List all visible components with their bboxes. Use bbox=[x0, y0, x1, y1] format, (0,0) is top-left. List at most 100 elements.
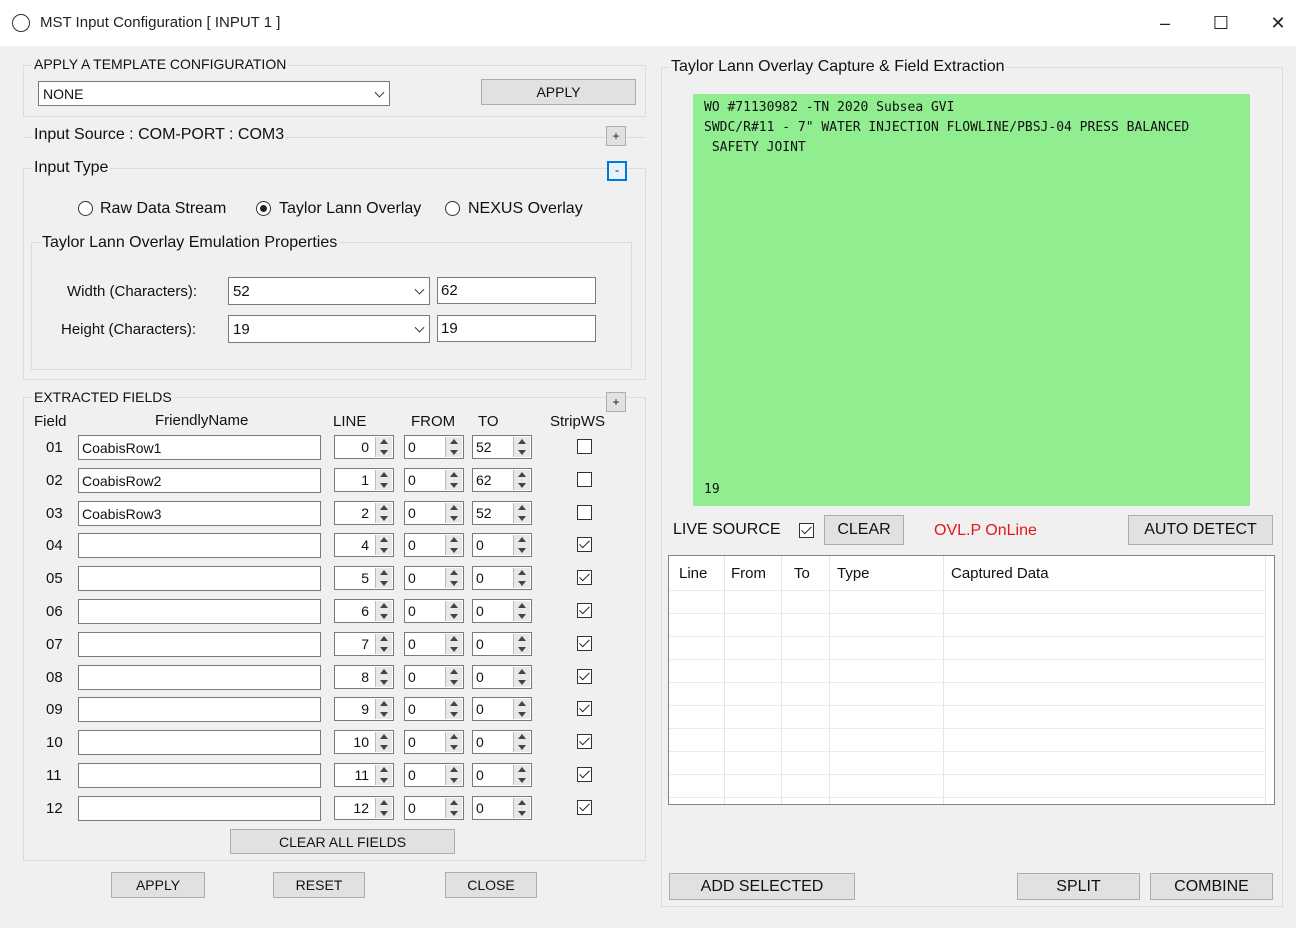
to-spinner[interactable]: 0 bbox=[472, 730, 532, 754]
friendly-name-field[interactable] bbox=[78, 665, 321, 690]
spin-arrows-icon[interactable] bbox=[445, 470, 462, 490]
friendly-name-field[interactable] bbox=[78, 730, 321, 755]
spin-arrows-icon[interactable] bbox=[513, 601, 530, 621]
auto-detect-button[interactable]: AUTO DETECT bbox=[1128, 515, 1273, 545]
strip-ws-checkbox[interactable] bbox=[577, 537, 592, 552]
friendly-name-field[interactable] bbox=[78, 796, 321, 821]
to-spinner[interactable]: 0 bbox=[472, 533, 532, 557]
strip-ws-checkbox[interactable] bbox=[577, 669, 592, 684]
spin-arrows-icon[interactable] bbox=[513, 437, 530, 457]
from-spinner[interactable]: 0 bbox=[404, 435, 464, 459]
width-actual-field[interactable]: 62 bbox=[437, 277, 596, 304]
to-spinner[interactable]: 0 bbox=[472, 665, 532, 689]
spin-arrows-icon[interactable] bbox=[445, 437, 462, 457]
close-button[interactable]: CLOSE bbox=[445, 872, 537, 898]
minimize-button[interactable]: – bbox=[1150, 10, 1180, 36]
from-spinner[interactable]: 0 bbox=[404, 599, 464, 623]
strip-ws-checkbox[interactable] bbox=[577, 505, 592, 520]
add-selected-button[interactable]: ADD SELECTED bbox=[669, 873, 855, 900]
from-spinner[interactable]: 0 bbox=[404, 468, 464, 492]
spin-arrows-icon[interactable] bbox=[513, 503, 530, 523]
line-spinner[interactable]: 12 bbox=[334, 796, 394, 820]
spin-arrows-icon[interactable] bbox=[375, 535, 392, 555]
line-spinner[interactable]: 5 bbox=[334, 566, 394, 590]
template-apply-button[interactable]: APPLY bbox=[481, 79, 636, 105]
from-spinner[interactable]: 0 bbox=[404, 763, 464, 787]
spin-arrows-icon[interactable] bbox=[445, 601, 462, 621]
friendly-name-field[interactable] bbox=[78, 599, 321, 624]
spin-arrows-icon[interactable] bbox=[375, 470, 392, 490]
spin-arrows-icon[interactable] bbox=[513, 765, 530, 785]
to-spinner[interactable]: 52 bbox=[472, 435, 532, 459]
spin-arrows-icon[interactable] bbox=[375, 503, 392, 523]
spin-arrows-icon[interactable] bbox=[375, 601, 392, 621]
spin-arrows-icon[interactable] bbox=[513, 798, 530, 818]
friendly-name-field[interactable] bbox=[78, 697, 321, 722]
spin-arrows-icon[interactable] bbox=[513, 699, 530, 719]
to-spinner[interactable]: 0 bbox=[472, 796, 532, 820]
spin-arrows-icon[interactable] bbox=[445, 568, 462, 588]
height-select[interactable]: 19 bbox=[228, 315, 430, 343]
line-spinner[interactable]: 0 bbox=[334, 435, 394, 459]
live-source-checkbox[interactable] bbox=[799, 523, 814, 538]
spin-arrows-icon[interactable] bbox=[445, 765, 462, 785]
line-spinner[interactable]: 7 bbox=[334, 632, 394, 656]
maximize-button[interactable]: ☐ bbox=[1206, 10, 1236, 36]
nexus-overlay-radio[interactable] bbox=[445, 201, 460, 216]
line-spinner[interactable]: 10 bbox=[334, 730, 394, 754]
extracted-fields-expand-button[interactable]: + bbox=[606, 392, 626, 412]
spin-arrows-icon[interactable] bbox=[445, 798, 462, 818]
strip-ws-checkbox[interactable] bbox=[577, 439, 592, 454]
spin-arrows-icon[interactable] bbox=[513, 667, 530, 687]
input-source-expand-button[interactable]: + bbox=[606, 126, 626, 146]
spin-arrows-icon[interactable] bbox=[513, 568, 530, 588]
clear-button[interactable]: CLEAR bbox=[824, 515, 904, 545]
height-actual-field[interactable]: 19 bbox=[437, 315, 596, 342]
friendly-name-field[interactable] bbox=[78, 533, 321, 558]
friendly-name-field[interactable] bbox=[78, 632, 321, 657]
spin-arrows-icon[interactable] bbox=[445, 535, 462, 555]
reset-button[interactable]: RESET bbox=[273, 872, 365, 898]
line-spinner[interactable]: 4 bbox=[334, 533, 394, 557]
friendly-name-field[interactable] bbox=[78, 763, 321, 788]
line-spinner[interactable]: 1 bbox=[334, 468, 394, 492]
line-spinner[interactable]: 9 bbox=[334, 697, 394, 721]
to-spinner[interactable]: 0 bbox=[472, 632, 532, 656]
from-spinner[interactable]: 0 bbox=[404, 566, 464, 590]
friendly-name-field[interactable]: CoabisRow1 bbox=[78, 435, 321, 460]
raw-data-stream-radio[interactable] bbox=[78, 201, 93, 216]
template-select[interactable]: NONE bbox=[38, 81, 390, 106]
to-spinner[interactable]: 62 bbox=[472, 468, 532, 492]
close-window-button[interactable]: ✕ bbox=[1263, 10, 1293, 36]
strip-ws-checkbox[interactable] bbox=[577, 636, 592, 651]
line-spinner[interactable]: 6 bbox=[334, 599, 394, 623]
friendly-name-field[interactable]: CoabisRow3 bbox=[78, 501, 321, 526]
from-spinner[interactable]: 0 bbox=[404, 796, 464, 820]
combine-button[interactable]: COMBINE bbox=[1150, 873, 1273, 900]
strip-ws-checkbox[interactable] bbox=[577, 734, 592, 749]
spin-arrows-icon[interactable] bbox=[445, 503, 462, 523]
friendly-name-field[interactable]: CoabisRow2 bbox=[78, 468, 321, 493]
spin-arrows-icon[interactable] bbox=[445, 699, 462, 719]
spin-arrows-icon[interactable] bbox=[513, 732, 530, 752]
input-type-collapse-button[interactable]: - bbox=[607, 161, 627, 181]
captured-data-grid[interactable]: Line From To Type Captured Data bbox=[668, 555, 1275, 805]
to-spinner[interactable]: 0 bbox=[472, 697, 532, 721]
to-spinner[interactable]: 52 bbox=[472, 501, 532, 525]
taylor-lann-overlay-radio[interactable] bbox=[256, 201, 271, 216]
from-spinner[interactable]: 0 bbox=[404, 501, 464, 525]
spin-arrows-icon[interactable] bbox=[513, 634, 530, 654]
strip-ws-checkbox[interactable] bbox=[577, 603, 592, 618]
spin-arrows-icon[interactable] bbox=[375, 667, 392, 687]
from-spinner[interactable]: 0 bbox=[404, 632, 464, 656]
to-spinner[interactable]: 0 bbox=[472, 599, 532, 623]
friendly-name-field[interactable] bbox=[78, 566, 321, 591]
spin-arrows-icon[interactable] bbox=[375, 798, 392, 818]
line-spinner[interactable]: 11 bbox=[334, 763, 394, 787]
clear-all-fields-button[interactable]: CLEAR ALL FIELDS bbox=[230, 829, 455, 854]
strip-ws-checkbox[interactable] bbox=[577, 701, 592, 716]
spin-arrows-icon[interactable] bbox=[375, 699, 392, 719]
apply-button[interactable]: APPLY bbox=[111, 872, 205, 898]
strip-ws-checkbox[interactable] bbox=[577, 800, 592, 815]
spin-arrows-icon[interactable] bbox=[375, 732, 392, 752]
